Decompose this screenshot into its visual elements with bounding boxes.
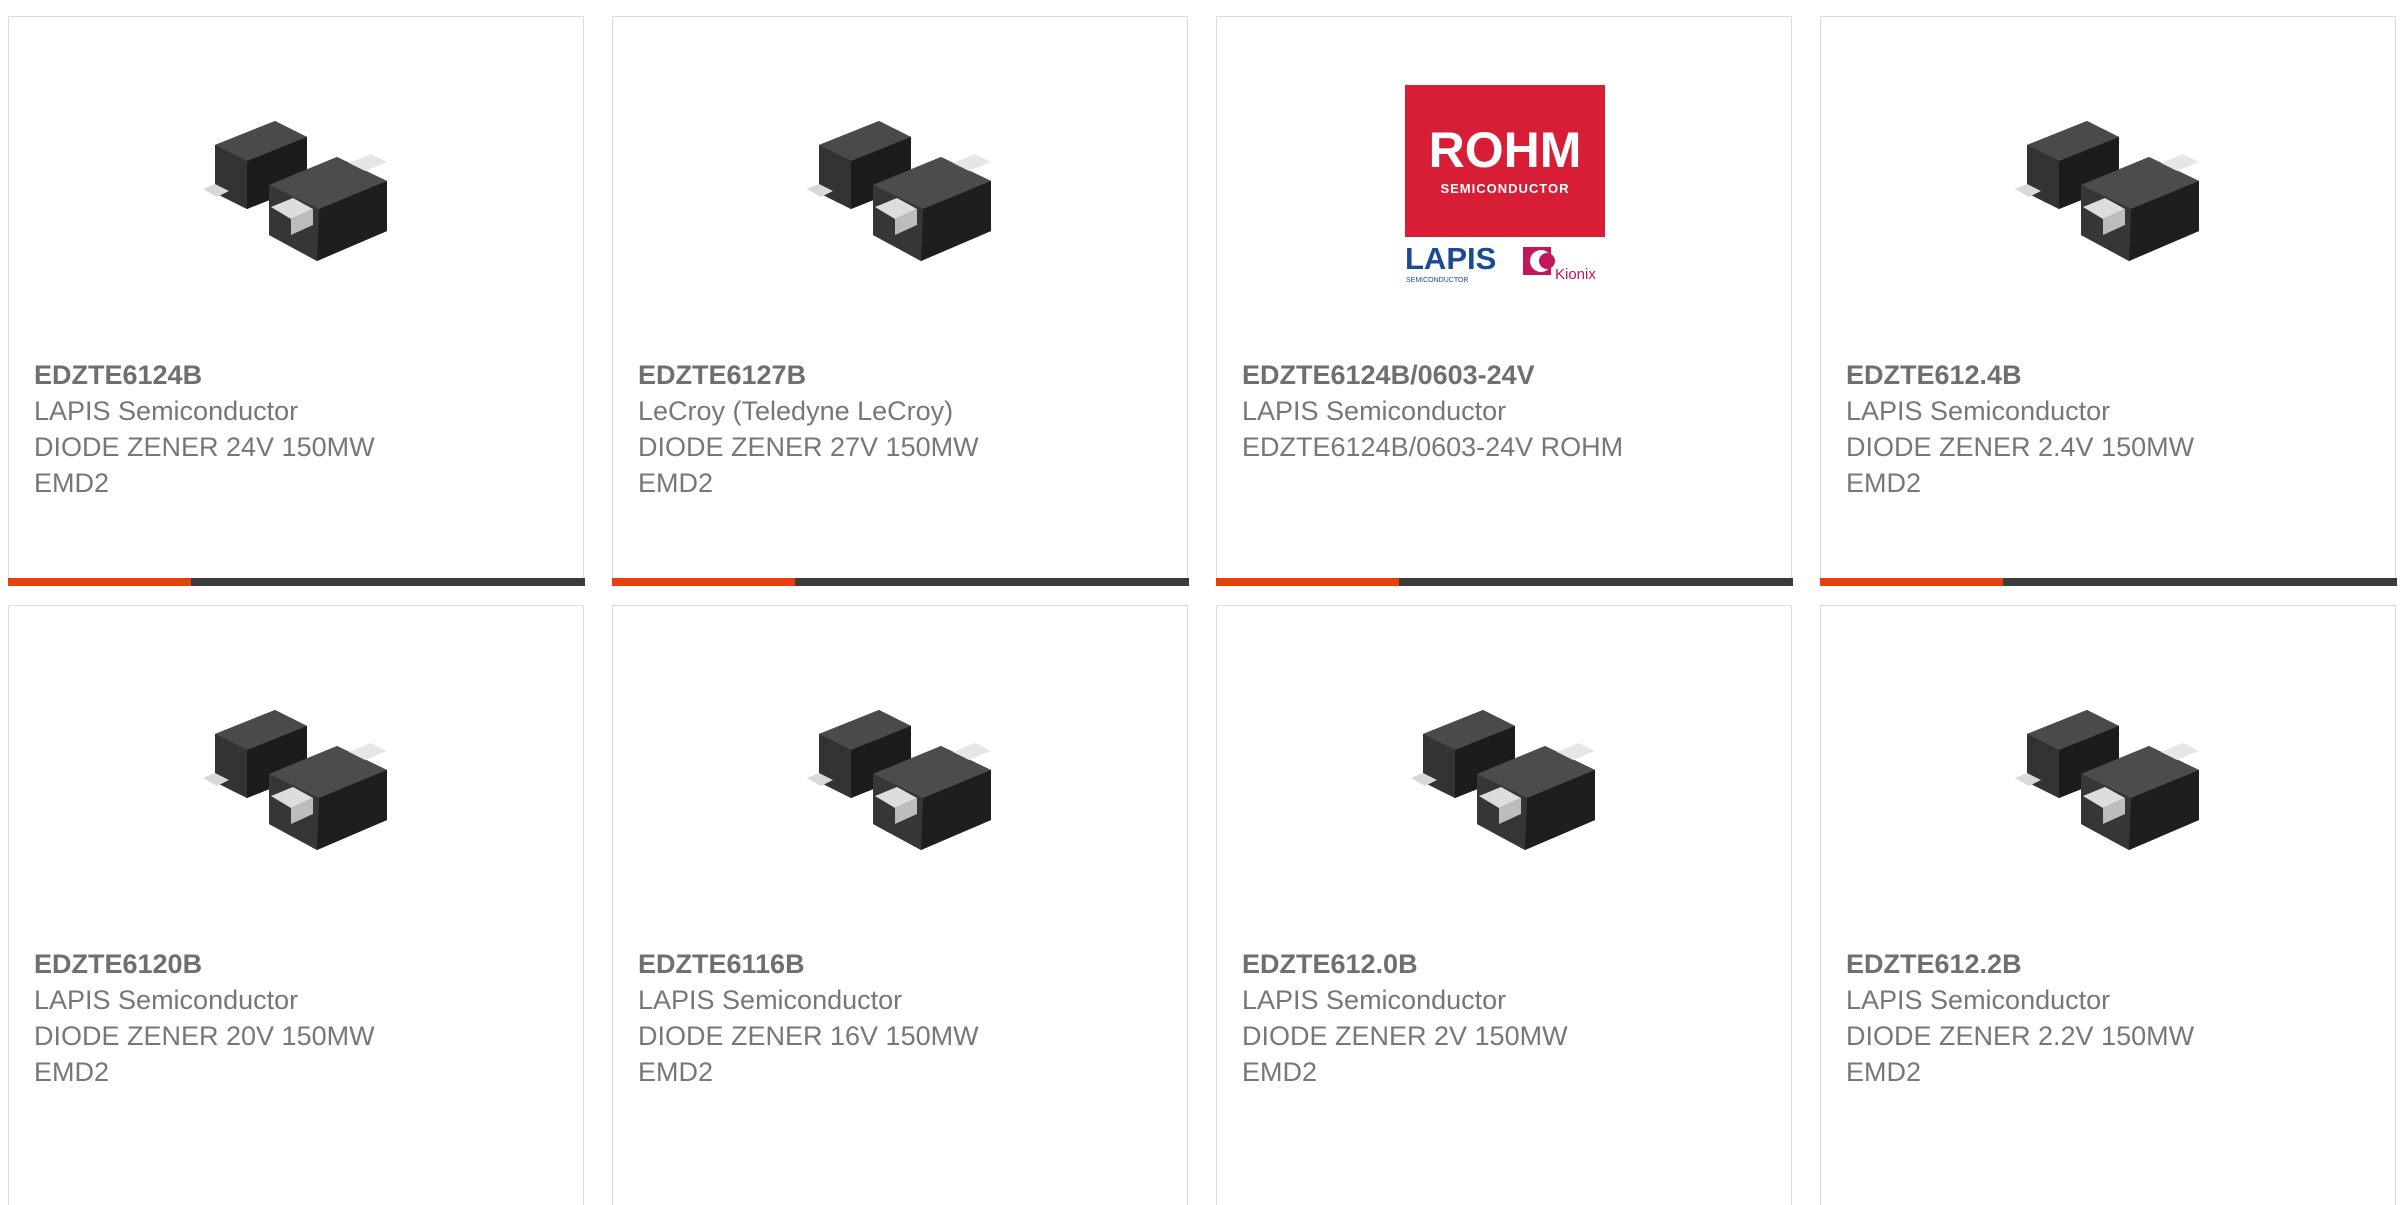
part-number[interactable]: EDZTE612.2B (1846, 946, 2376, 982)
product-card[interactable]: ROHM SEMICONDUCTOR LAPIS SEMICONDUCTOR K… (1215, 16, 1793, 586)
diode-package-icon (801, 674, 1001, 874)
product-card[interactable]: EDZTE6124B LAPIS Semiconductor DIODE ZEN… (7, 16, 585, 586)
package: EMD2 (1242, 1057, 1318, 1087)
diode-package-icon (2009, 674, 2209, 874)
description: DIODE ZENER 16V 150MW (638, 1021, 979, 1051)
diode-package-icon (2009, 85, 2209, 285)
part-number[interactable]: EDZTE6127B (638, 357, 1168, 393)
card-bottom-bar (1215, 578, 1793, 586)
part-number[interactable]: EDZTE6124B/0603-24V (1242, 357, 1772, 393)
manufacturer: LAPIS Semiconductor (638, 985, 903, 1015)
manufacturer: LAPIS Semiconductor (1242, 985, 1507, 1015)
package: EMD2 (638, 468, 714, 498)
card-accent-bar (7, 578, 191, 586)
card-bottom-bar (611, 578, 1189, 586)
manufacturer: LAPIS Semiconductor (34, 396, 299, 426)
description: EDZTE6124B/0603-24V ROHM (1242, 432, 1624, 462)
diode-package-icon (1405, 674, 1605, 874)
product-card[interactable]: EDZTE612.0B LAPIS Semiconductor DIODE ZE… (1216, 605, 1792, 1205)
rohm-tagline-text: SEMICONDUCTOR (1440, 181, 1569, 196)
kionix-brand-text: Kionix (1555, 266, 1596, 283)
part-number[interactable]: EDZTE6116B (638, 946, 1168, 982)
product-card[interactable]: EDZTE612.2B LAPIS Semiconductor DIODE ZE… (1820, 605, 2396, 1205)
manufacturer: LAPIS Semiconductor (1846, 396, 2111, 426)
part-number[interactable]: EDZTE6120B (34, 946, 564, 982)
product-card[interactable]: EDZTE6127B LeCroy (Teledyne LeCroy) DIOD… (611, 16, 1189, 586)
product-card[interactable]: EDZTE612.4B LAPIS Semiconductor DIODE ZE… (1819, 16, 2397, 586)
card-accent-bar (1215, 578, 1399, 586)
card-accent-bar (611, 578, 795, 586)
manufacturer: LAPIS Semiconductor (1242, 396, 1507, 426)
product-card[interactable]: EDZTE6120B LAPIS Semiconductor DIODE ZEN… (8, 605, 584, 1205)
package: EMD2 (1846, 1057, 1922, 1087)
card-accent-bar (1819, 578, 2003, 586)
package: EMD2 (638, 1057, 714, 1087)
package: EMD2 (34, 1057, 110, 1087)
description: DIODE ZENER 27V 150MW (638, 432, 979, 462)
diode-package-icon (801, 85, 1001, 285)
description: DIODE ZENER 2.2V 150MW (1846, 1021, 2195, 1051)
card-bottom-bar (1819, 578, 2397, 586)
diode-package-icon (197, 85, 397, 285)
diode-package-icon (197, 674, 397, 874)
part-number[interactable]: EDZTE612.0B (1242, 946, 1772, 982)
package: EMD2 (34, 468, 110, 498)
description: DIODE ZENER 2.4V 150MW (1846, 432, 2195, 462)
description: DIODE ZENER 2V 150MW (1242, 1021, 1568, 1051)
part-number[interactable]: EDZTE612.4B (1846, 357, 2376, 393)
product-card[interactable]: EDZTE6116B LAPIS Semiconductor DIODE ZEN… (612, 605, 1188, 1205)
rohm-brand-text: ROHM (1429, 122, 1582, 178)
manufacturer: LAPIS Semiconductor (34, 985, 299, 1015)
card-bottom-bar (7, 578, 585, 586)
lapis-brand-text: LAPIS (1405, 241, 1496, 276)
rohm-logo: ROHM SEMICONDUCTOR LAPIS SEMICONDUCTOR K… (1405, 85, 1605, 285)
description: DIODE ZENER 20V 150MW (34, 1021, 375, 1051)
package: EMD2 (1846, 468, 1922, 498)
description: DIODE ZENER 24V 150MW (34, 432, 375, 462)
manufacturer: LAPIS Semiconductor (1846, 985, 2111, 1015)
manufacturer: LeCroy (Teledyne LeCroy) (638, 396, 954, 426)
part-number[interactable]: EDZTE6124B (34, 357, 564, 393)
lapis-tagline-text: SEMICONDUCTOR (1406, 277, 1468, 284)
